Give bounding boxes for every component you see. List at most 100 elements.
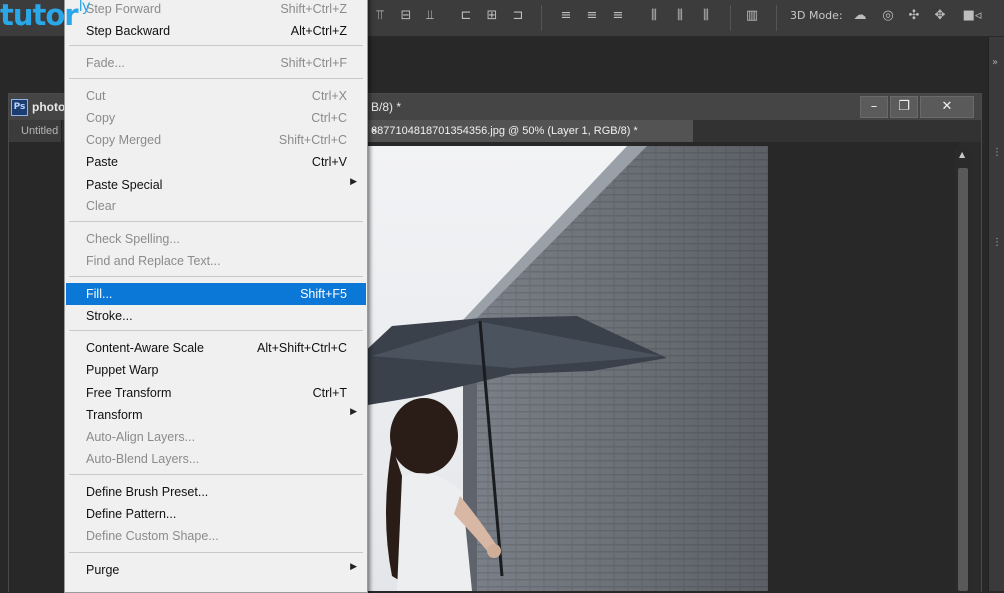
logo-main-text: tutor <box>0 0 79 32</box>
align-vertical-centers-icon[interactable]: ⊟ <box>398 8 414 24</box>
canvas-photo[interactable] <box>362 146 768 591</box>
3d-slide-icon[interactable]: ✥ <box>932 8 948 24</box>
menu-item-label: Step Forward <box>86 2 162 16</box>
scrollbar-thumb[interactable] <box>958 168 968 591</box>
vertical-scrollbar[interactable]: ▲ <box>955 148 971 591</box>
panel-icon[interactable]: ⋮ <box>992 237 1002 248</box>
logo-suffix-text: ly <box>78 0 91 15</box>
menu-item-purge[interactable]: Purge ▶ <box>66 559 366 581</box>
menu-item-label: Define Brush Preset... <box>86 485 209 499</box>
photoshop-logo-icon: Ps <box>11 99 28 116</box>
menu-item-content-aware-scale[interactable]: Content-Aware Scale Alt+Shift+Ctrl+C <box>66 337 366 359</box>
distribute-bottom-icon[interactable]: ≡ <box>610 8 626 24</box>
scroll-up-icon[interactable]: ▲ <box>959 150 965 159</box>
menu-item-label: Puppet Warp <box>86 363 159 377</box>
menu-item-free-transform[interactable]: Free Transform Ctrl+T <box>66 382 366 404</box>
menu-item-paste-special[interactable]: Paste Special ▶ <box>66 174 366 196</box>
menu-item-transform[interactable]: Transform ▶ <box>66 404 366 426</box>
tutorly-logo: tutorly <box>0 0 91 38</box>
panel-icon[interactable]: ⋮ <box>992 147 1002 158</box>
distribute-centers-icon[interactable]: ≡ <box>584 8 600 24</box>
menu-item-label: Paste Special <box>86 178 163 192</box>
minimize-button[interactable]: – <box>860 96 888 118</box>
distribute-left-icon[interactable]: ⫼ <box>646 8 662 24</box>
menu-item-shortcut: Ctrl+T <box>312 386 347 400</box>
menu-item-copy-merged: Copy Merged Shift+Ctrl+C <box>66 129 366 151</box>
menu-item-label: Copy Merged <box>86 133 162 147</box>
3d-pan-icon[interactable]: ✣ <box>906 8 922 24</box>
submenu-arrow-icon: ▶ <box>350 177 357 187</box>
menu-item-puppet-warp[interactable]: Puppet Warp <box>66 359 366 381</box>
menu-item-label: Auto-Align Layers... <box>86 430 196 444</box>
document-title: photo <box>32 100 66 114</box>
menu-separator <box>69 276 363 277</box>
distribute-right-icon[interactable]: ⫼ <box>698 8 714 24</box>
toolbar-divider <box>730 5 731 31</box>
menu-item-fade: Fade... Shift+Ctrl+F <box>66 52 366 74</box>
menu-item-paste[interactable]: Paste Ctrl+V <box>66 151 366 173</box>
menu-item-copy: Copy Ctrl+C <box>66 107 366 129</box>
submenu-arrow-icon: ▶ <box>350 562 357 572</box>
menu-item-label: Stroke... <box>86 309 133 323</box>
tab-untitled[interactable]: Untitled <box>9 120 62 142</box>
menu-item-label: Find and Replace Text... <box>86 254 221 268</box>
menu-item-label: Define Pattern... <box>86 507 177 521</box>
auto-align-layers-icon[interactable]: ▥ <box>744 8 760 24</box>
align-horizontal-centers-icon[interactable]: ⊞ <box>484 8 500 24</box>
menu-separator <box>69 474 363 475</box>
submenu-arrow-icon: ▶ <box>350 407 357 417</box>
menu-item-stroke[interactable]: Stroke... <box>66 305 366 327</box>
menu-item-label: Copy <box>86 111 116 125</box>
edit-menu-dropdown: Step Forward Shift+Ctrl+Z Step Backward Alt… <box>64 0 368 593</box>
menu-item-define-custom-shape: Define Custom Shape... <box>66 525 366 547</box>
menu-item-shortcut: Shift+F5 <box>300 287 347 301</box>
3d-orbit-icon[interactable]: ☁ <box>852 8 868 24</box>
menu-item-label: Cut <box>86 89 106 103</box>
tab-close-icon[interactable]: × <box>371 125 377 137</box>
3d-scale-camera-icon[interactable]: ■◃ <box>960 8 984 24</box>
menu-item-define-brush-preset[interactable]: Define Brush Preset... <box>66 481 366 503</box>
align-left-edges-icon[interactable]: ⊏ <box>458 8 474 24</box>
menu-item-check-spelling: Check Spelling... <box>66 228 366 250</box>
menu-item-define-pattern[interactable]: Define Pattern... <box>66 503 366 525</box>
tab-active-document[interactable]: 6877104818701354356.jpg @ 50% (Layer 1, … <box>353 120 693 142</box>
toolbar-divider <box>776 5 777 31</box>
menu-separator <box>69 330 363 331</box>
menu-item-label: Transform <box>86 408 143 422</box>
align-top-edges-icon[interactable]: ⫪ <box>372 8 388 24</box>
menu-item-shortcut: Ctrl+C <box>311 111 347 125</box>
menu-item-shortcut: Ctrl+X <box>311 89 347 103</box>
menu-item-label: Auto-Blend Layers... <box>86 452 200 466</box>
menu-item-label: Define Custom Shape... <box>86 529 219 543</box>
3d-mode-label: 3D Mode: <box>790 9 843 22</box>
menu-separator <box>69 45 363 46</box>
menu-item-shortcut: Shift+Ctrl+F <box>280 56 347 70</box>
menu-item-shortcut: Shift+Ctrl+Z <box>280 2 347 16</box>
align-right-edges-icon[interactable]: ⊐ <box>510 8 526 24</box>
close-button[interactable]: ✕ <box>920 96 974 118</box>
menu-item-label: Fill... <box>86 287 113 301</box>
menu-separator <box>69 221 363 222</box>
3d-roll-icon[interactable]: ◎ <box>880 8 896 24</box>
menu-separator <box>69 552 363 553</box>
menu-item-label: Step Backward <box>86 24 171 38</box>
menu-item-fill[interactable]: Fill... Shift+F5 <box>66 283 366 305</box>
menu-item-label: Clear <box>86 199 116 213</box>
toolbar-divider <box>541 5 542 31</box>
panel-expand-icon[interactable]: » <box>992 57 998 68</box>
menu-item-shortcut: Alt+Shift+Ctrl+C <box>257 341 347 355</box>
menu-item-label: Free Transform <box>86 386 172 400</box>
tab-label: Untitled <box>21 125 59 137</box>
distribute-horizontal-icon[interactable]: ⫼ <box>672 8 688 24</box>
menu-item-step-backward[interactable]: Step Backward Alt+Ctrl+Z <box>66 20 366 42</box>
menu-item-shortcut: Shift+Ctrl+C <box>278 133 347 147</box>
menu-separator <box>69 78 363 79</box>
distribute-top-icon[interactable]: ≡ <box>558 8 574 24</box>
document-title-suffix: B/8) * <box>371 100 402 114</box>
align-bottom-edges-icon[interactable]: ⫫ <box>422 8 438 24</box>
menu-item-label: Purge <box>86 563 120 577</box>
restore-button[interactable]: ❐ <box>890 96 918 118</box>
menu-item-clear: Clear <box>66 195 366 217</box>
menu-item-cut: Cut Ctrl+X <box>66 85 366 107</box>
menu-item-shortcut: Alt+Ctrl+Z <box>290 24 347 38</box>
